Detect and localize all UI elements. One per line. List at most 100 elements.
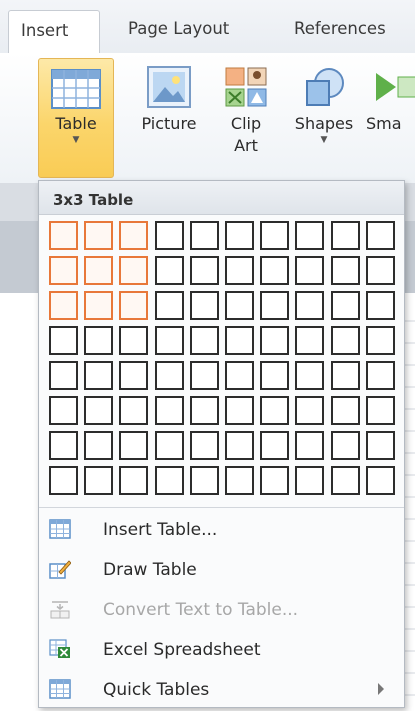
draw-table-menu-item[interactable]: Draw Table <box>39 551 404 589</box>
table-grid-cell[interactable] <box>119 466 149 495</box>
table-grid-cell[interactable] <box>260 326 290 355</box>
table-grid-cell[interactable] <box>189 431 219 460</box>
table-grid-cell[interactable] <box>119 256 149 285</box>
table-grid-cell[interactable] <box>154 396 184 425</box>
table-grid-cell[interactable] <box>84 256 114 285</box>
table-grid-cell[interactable] <box>84 431 114 460</box>
table-grid-cell[interactable] <box>295 396 325 425</box>
table-grid-cell[interactable] <box>295 431 325 460</box>
table-grid-cell[interactable] <box>330 396 360 425</box>
table-grid-cell[interactable] <box>260 291 290 320</box>
table-button[interactable]: Table ▼ <box>38 58 114 178</box>
table-grid-cell[interactable] <box>225 221 254 250</box>
table-grid-cell[interactable] <box>295 291 325 320</box>
table-grid-cell[interactable] <box>49 466 78 495</box>
table-grid-cell[interactable] <box>330 361 360 390</box>
table-grid-cell[interactable] <box>295 326 325 355</box>
table-grid-cell[interactable] <box>260 431 290 460</box>
table-grid-cell[interactable] <box>365 361 395 390</box>
table-grid-cell[interactable] <box>154 361 184 390</box>
table-grid-cell[interactable] <box>260 361 290 390</box>
smartart-label: Sma <box>366 114 402 133</box>
shapes-button[interactable]: Shapes ▼ <box>289 61 359 145</box>
table-grid-cell[interactable] <box>119 221 149 250</box>
table-grid-cell[interactable] <box>225 291 254 320</box>
table-grid-cell[interactable] <box>365 466 395 495</box>
convert-text-menu-item[interactable]: Convert Text to Table... <box>39 591 404 629</box>
table-grid-cell[interactable] <box>119 396 149 425</box>
table-grid-cell[interactable] <box>330 466 360 495</box>
picture-icon <box>146 65 192 109</box>
table-grid-cell[interactable] <box>260 221 290 250</box>
table-grid-cell[interactable] <box>225 361 254 390</box>
insert-table-icon <box>49 519 71 539</box>
tab-references[interactable]: References <box>294 19 386 38</box>
table-grid-cell[interactable] <box>295 256 325 285</box>
table-grid-cell[interactable] <box>189 256 219 285</box>
table-grid-cell[interactable] <box>260 396 290 425</box>
table-grid-cell[interactable] <box>189 466 219 495</box>
table-grid-cell[interactable] <box>260 256 290 285</box>
table-grid-cell[interactable] <box>260 466 290 495</box>
table-grid-cell[interactable] <box>154 291 184 320</box>
table-grid-cell[interactable] <box>84 396 114 425</box>
table-grid-cell[interactable] <box>49 256 78 285</box>
table-grid-cell[interactable] <box>365 256 395 285</box>
table-grid-cell[interactable] <box>295 221 325 250</box>
table-grid-cell[interactable] <box>119 291 149 320</box>
table-grid-cell[interactable] <box>365 326 395 355</box>
table-grid-cell[interactable] <box>225 326 254 355</box>
table-grid-cell[interactable] <box>330 431 360 460</box>
table-grid-cell[interactable] <box>365 396 395 425</box>
document-edge <box>405 300 415 711</box>
tab-page-layout[interactable]: Page Layout <box>128 19 229 38</box>
table-grid-cell[interactable] <box>49 361 78 390</box>
table-grid-cell[interactable] <box>49 431 78 460</box>
table-grid-cell[interactable] <box>84 291 114 320</box>
table-grid-cell[interactable] <box>295 361 325 390</box>
table-grid-cell[interactable] <box>84 221 114 250</box>
table-grid-cell[interactable] <box>49 221 78 250</box>
table-grid-cell[interactable] <box>330 221 360 250</box>
insert-table-dropdown: 3x3 Table Insert Table... Draw Table Con… <box>38 180 405 708</box>
table-grid-cell[interactable] <box>189 221 219 250</box>
table-grid-cell[interactable] <box>154 431 184 460</box>
table-grid-cell[interactable] <box>189 291 219 320</box>
table-grid-cell[interactable] <box>330 256 360 285</box>
table-grid-cell[interactable] <box>84 466 114 495</box>
table-grid-cell[interactable] <box>189 326 219 355</box>
excel-spreadsheet-icon <box>49 639 71 659</box>
table-grid-cell[interactable] <box>84 361 114 390</box>
clip-art-button[interactable]: Clip Art <box>218 61 274 157</box>
table-grid-cell[interactable] <box>225 431 254 460</box>
table-grid-cell[interactable] <box>330 326 360 355</box>
table-grid-cell[interactable] <box>189 396 219 425</box>
table-grid-cell[interactable] <box>119 431 149 460</box>
insert-table-menu-item[interactable]: Insert Table... <box>39 511 404 549</box>
table-grid-cell[interactable] <box>84 326 114 355</box>
table-grid-cell[interactable] <box>49 396 78 425</box>
table-grid-cell[interactable] <box>330 291 360 320</box>
table-grid-cell[interactable] <box>119 326 149 355</box>
table-grid-cell[interactable] <box>49 291 78 320</box>
table-grid-cell[interactable] <box>154 466 184 495</box>
table-grid-cell[interactable] <box>295 466 325 495</box>
table-grid-cell[interactable] <box>119 361 149 390</box>
table-grid-cell[interactable] <box>154 256 184 285</box>
quick-tables-menu-item[interactable]: Quick Tables <box>39 671 404 709</box>
table-grid-cell[interactable] <box>154 221 184 250</box>
table-grid-cell[interactable] <box>225 256 254 285</box>
table-grid-cell[interactable] <box>365 431 395 460</box>
tab-insert[interactable]: Insert <box>8 10 100 54</box>
picture-button[interactable]: Picture <box>134 61 204 135</box>
table-grid-cell[interactable] <box>225 396 254 425</box>
table-grid-cell[interactable] <box>189 361 219 390</box>
table-grid-cell[interactable] <box>154 326 184 355</box>
smartart-button[interactable]: Sma <box>366 61 415 135</box>
table-grid-cell[interactable] <box>225 466 254 495</box>
table-grid-cell[interactable] <box>365 291 395 320</box>
table-grid-cell[interactable] <box>365 221 395 250</box>
table-size-label: 3x3 Table <box>39 181 404 215</box>
table-grid-cell[interactable] <box>49 326 78 355</box>
excel-spreadsheet-menu-item[interactable]: Excel Spreadsheet <box>39 631 404 669</box>
